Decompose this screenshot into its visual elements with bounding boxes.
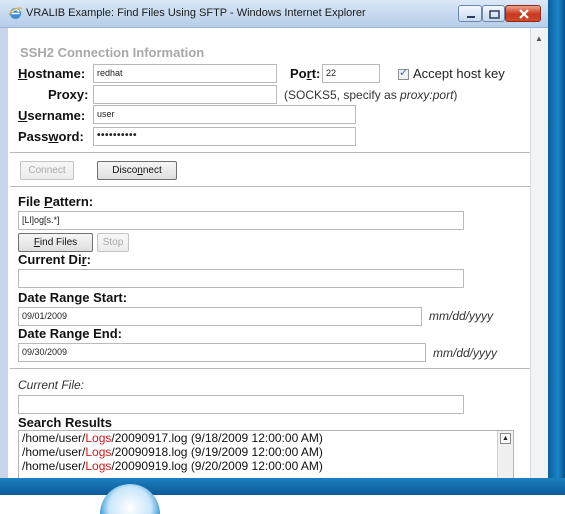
list-item[interactable]: /home/user/Logs/20090917.log (9/18/2009 … <box>19 431 513 445</box>
accept-host-key-checkbox[interactable] <box>398 66 409 80</box>
proxy-input[interactable] <box>93 85 277 104</box>
close-icon <box>519 9 529 19</box>
result-path-suffix: /20090918.log (9/19/2009 12:00:00 AM) <box>111 445 323 459</box>
password-label: Password: <box>18 129 84 144</box>
result-path-suffix: /20090917.log (9/18/2009 12:00:00 AM) <box>111 431 323 445</box>
scroll-up-icon[interactable]: ▲ <box>500 433 511 444</box>
accept-host-key-label: Accept host key <box>413 66 505 81</box>
scroll-up-icon[interactable]: ▲ <box>535 34 543 43</box>
result-path-prefix: /home/user/ <box>22 445 86 459</box>
result-match: Logs <box>85 459 112 473</box>
browser-window: VRALIB Example: Find Files Using SFTP - … <box>0 0 548 486</box>
date-start-input[interactable]: 09/01/2009 <box>18 307 422 326</box>
desktop-background <box>548 0 565 495</box>
proxy-hint-end: ) <box>453 88 458 102</box>
current-dir-input[interactable] <box>18 269 464 288</box>
username-input[interactable]: user <box>93 105 356 124</box>
close-button[interactable] <box>505 5 541 22</box>
date-start-format-text: mm/dd/yyyy <box>429 309 494 323</box>
current-dir-label: Current Dir: <box>18 252 91 267</box>
connect-button[interactable]: Connect <box>20 161 74 180</box>
minimize-icon <box>467 16 475 18</box>
divider <box>10 368 530 369</box>
page-scrollbar[interactable]: ▲ <box>530 28 548 486</box>
date-end-format-text: mm/dd/yyyy <box>433 346 498 360</box>
divider <box>10 152 530 153</box>
minimize-button[interactable] <box>458 5 482 22</box>
section-title-connection: SSH2 Connection Information <box>20 45 205 60</box>
proxy-label: Proxy: <box>48 87 89 102</box>
search-results-label: Search Results <box>18 415 112 430</box>
current-file-input[interactable] <box>18 395 464 414</box>
maximize-icon <box>489 10 500 19</box>
proxy-hint-format: proxy:port <box>400 88 454 102</box>
file-pattern-label: File Pattern: <box>18 194 94 209</box>
result-match: Logs <box>85 445 112 459</box>
date-start-label: Date Range Start: <box>18 290 128 305</box>
hostname-input[interactable]: redhat <box>93 64 277 83</box>
current-file-label: Current File: <box>18 378 85 392</box>
result-path-prefix: /home/user/ <box>22 431 86 445</box>
find-files-button[interactable]: Find Files <box>18 233 93 252</box>
stop-button[interactable]: Stop <box>97 233 129 252</box>
date-start-format-hint: mm/dd/yyyy <box>429 309 493 323</box>
window-title: VRALIB Example: Find Files Using SFTP - … <box>26 7 366 19</box>
hostname-label: Hostname: <box>18 66 86 81</box>
port-label: Port: <box>290 66 321 81</box>
list-item[interactable]: /home/user/Logs/20090918.log (9/19/2009 … <box>19 445 513 459</box>
result-match: Logs <box>85 431 112 445</box>
hostname-label-text: ostname: <box>27 66 86 81</box>
result-path-prefix: /home/user/ <box>22 459 86 473</box>
date-end-input[interactable]: 09/30/2009 <box>18 343 426 362</box>
port-input[interactable]: 22 <box>322 64 380 83</box>
maximize-button[interactable] <box>482 5 505 22</box>
password-input[interactable]: •••••••••• <box>93 127 356 146</box>
username-label: Username: <box>18 108 86 123</box>
list-item[interactable]: /home/user/Logs/20090919.log (9/20/2009 … <box>19 459 513 473</box>
internet-explorer-icon <box>8 7 23 19</box>
date-end-label: Date Range End: <box>18 326 123 341</box>
date-end-format-hint: mm/dd/yyyy <box>433 346 497 360</box>
taskbar <box>0 478 565 495</box>
proxy-hint-text: (SOCKS5, specify as <box>284 88 401 102</box>
page-content: SSH2 Connection Information Hostname: re… <box>0 28 530 486</box>
disconnect-button[interactable]: Disconnect <box>97 161 177 180</box>
result-path-suffix: /20090919.log (9/20/2009 12:00:00 AM) <box>111 459 323 473</box>
divider <box>10 186 530 187</box>
proxy-hint: (SOCKS5, specify as proxy:port) <box>284 88 457 102</box>
file-pattern-input[interactable]: [Ll]og[s.*] <box>18 211 464 230</box>
title-bar[interactable]: VRALIB Example: Find Files Using SFTP - … <box>0 0 548 28</box>
